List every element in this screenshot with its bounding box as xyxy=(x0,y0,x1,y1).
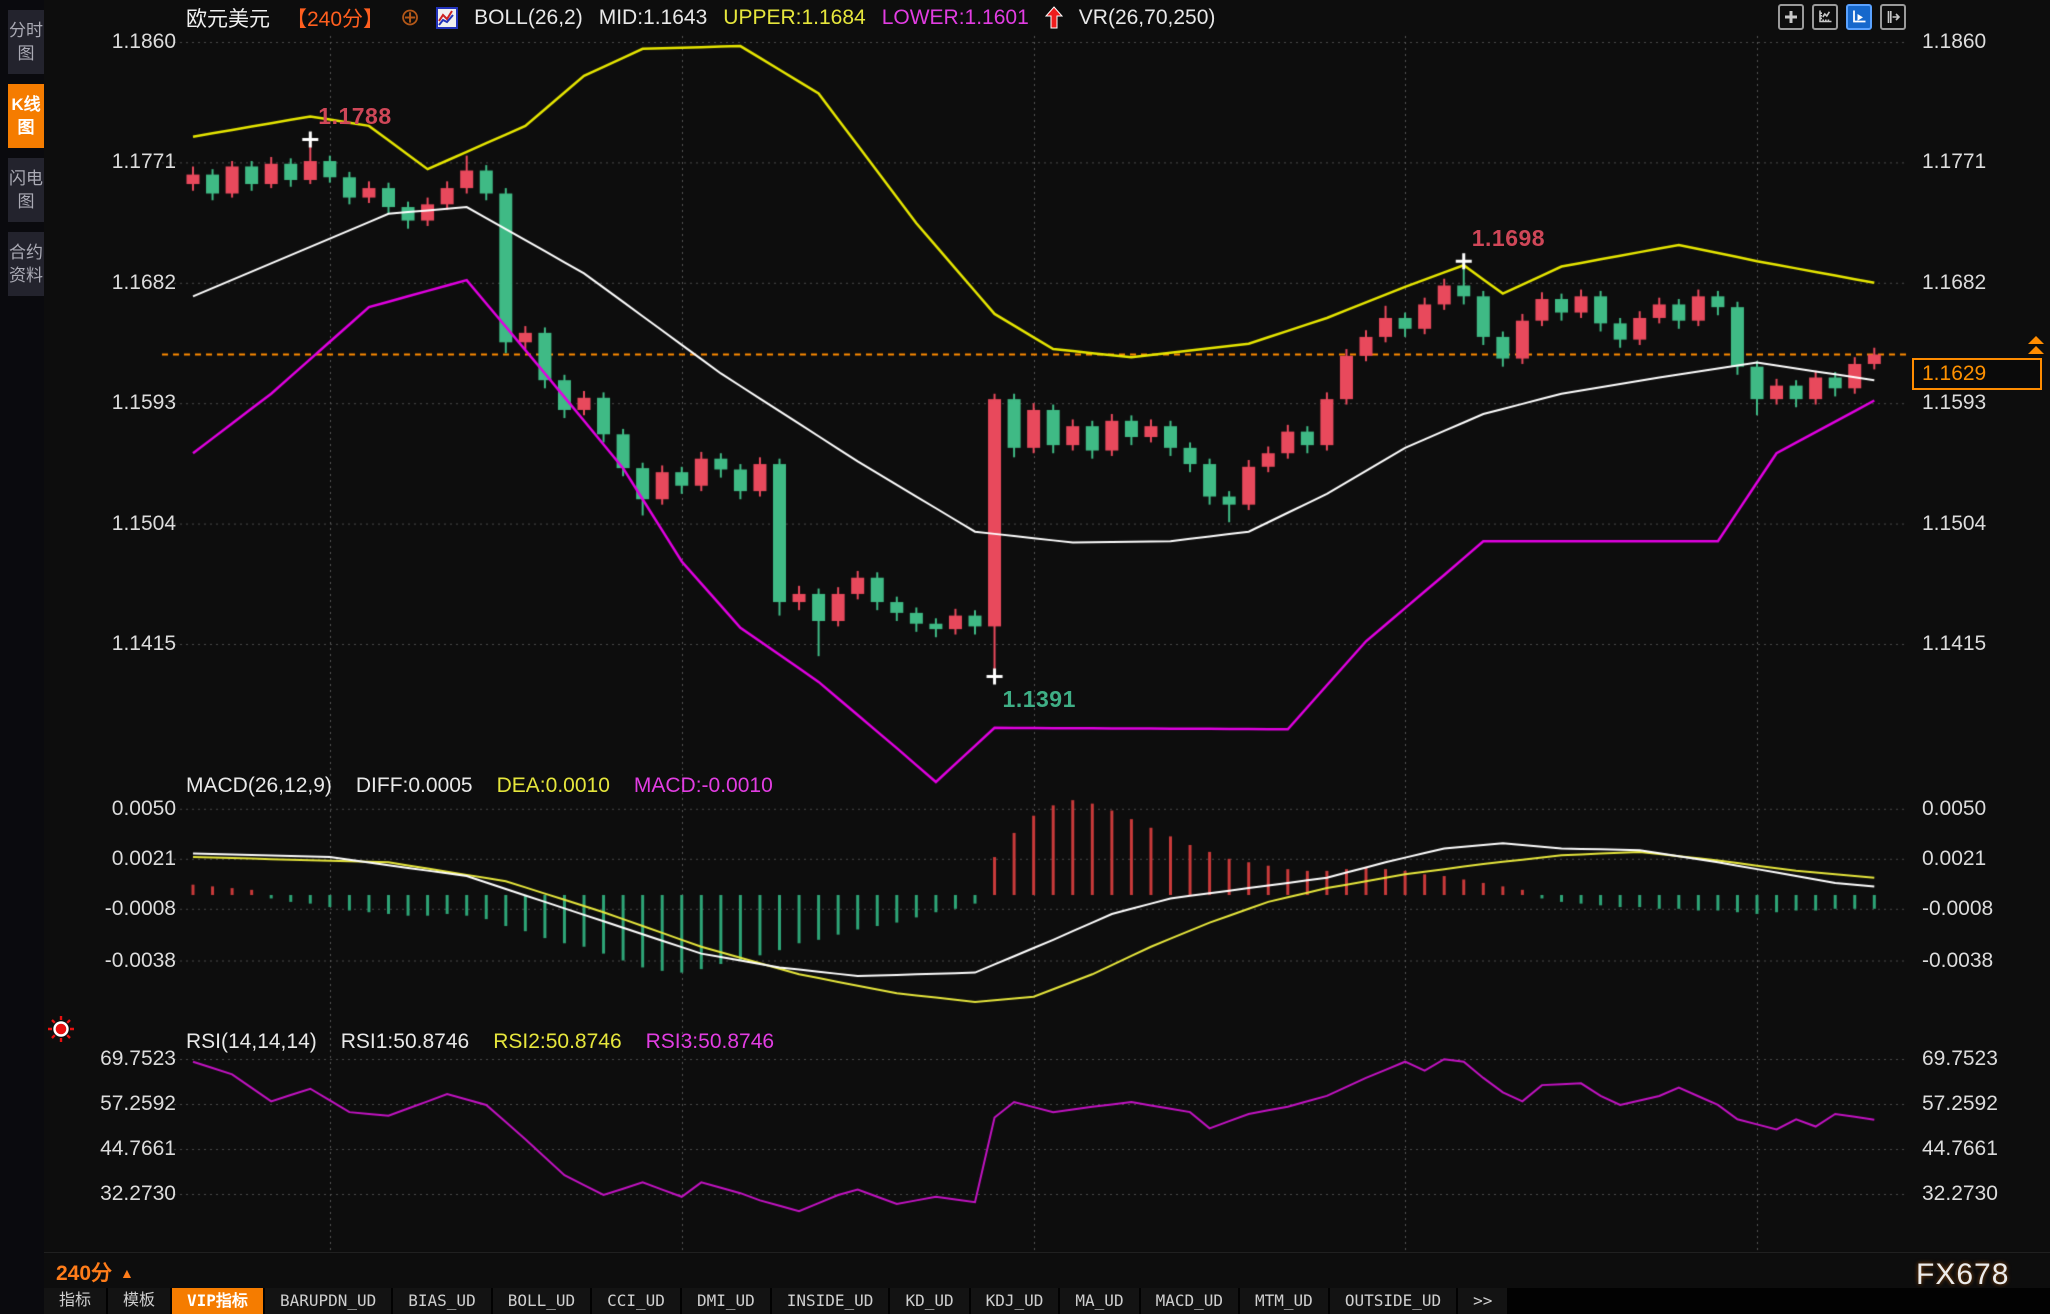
toolbar-tab-outside_ud[interactable]: OUTSIDE_UD xyxy=(1330,1288,1456,1314)
add-indicator-icon[interactable]: ⊕ xyxy=(400,7,420,29)
axis-shift-button[interactable] xyxy=(1880,4,1906,30)
watermark: FX678 xyxy=(1916,1258,2009,1292)
sidebar-item-tab-lightning-chart[interactable]: 闪电图 xyxy=(8,158,44,222)
toolbar-tab-ma_ud[interactable]: MA_UD xyxy=(1060,1288,1138,1314)
rsi-title: RSI(14,14,14) xyxy=(186,1030,317,1054)
toolbar-tab-mtm_ud[interactable]: MTM_UD xyxy=(1240,1288,1328,1314)
sidebar-item-tab-time-chart[interactable]: 分时图 xyxy=(8,10,44,74)
macd-macd-value: MACD:-0.0010 xyxy=(634,774,773,798)
view-mode-buttons xyxy=(1778,4,1906,30)
sidebar-item-tab-kline-chart[interactable]: K线图 xyxy=(8,84,44,148)
rsi3-value: RSI3:50.8746 xyxy=(646,1030,774,1054)
macd-panel-header: MACD(26,12,9) DIFF:0.0005 DEA:0.0010 MAC… xyxy=(186,774,773,798)
timeframe-selector[interactable]: 240分 ▲ xyxy=(56,1257,134,1287)
crosshair-mode-button[interactable] xyxy=(1778,4,1804,30)
toolbar-tab-dmi_ud[interactable]: DMI_UD xyxy=(682,1288,770,1314)
axis-scale-button[interactable] xyxy=(1812,4,1838,30)
chart-header: 欧元美元 【240分】 ⊕ BOLL(26,2) MID:1.1643 UPPE… xyxy=(186,3,1215,33)
signal-up-arrow-icon xyxy=(1045,6,1063,30)
price-up-chevrons-icon xyxy=(2026,336,2046,361)
dropdown-arrow-icon: ▲ xyxy=(120,1265,134,1281)
toolbar-tab-inside_ud[interactable]: INSIDE_UD xyxy=(772,1288,889,1314)
boll-mid-value: MID:1.1643 xyxy=(599,6,708,30)
toolbar-tab->>[interactable]: >> xyxy=(1458,1288,1507,1314)
current-price-tag: 1.1629 xyxy=(1912,358,2042,390)
macd-dea-value: DEA:0.0010 xyxy=(497,774,610,798)
x-axis-row: 240分 ▲ xyxy=(44,1252,2050,1289)
toolbar-tab-[interactable]: 指标 xyxy=(44,1288,106,1314)
macd-title: MACD(26,12,9) xyxy=(186,774,332,798)
rsi-panel-header: RSI(14,14,14) RSI1:50.8746 RSI2:50.8746 … xyxy=(186,1030,774,1054)
toolbar-tab-kdj_ud[interactable]: KDJ_UD xyxy=(971,1288,1059,1314)
timeframe-text: 240分 xyxy=(56,1262,112,1285)
toolbar-tab-[interactable]: 模板 xyxy=(108,1288,170,1314)
toolbar-tab-vip[interactable]: VIP指标 xyxy=(172,1288,263,1314)
boll-lower-value: LOWER:1.1601 xyxy=(882,6,1029,30)
macd-diff-value: DIFF:0.0005 xyxy=(356,774,473,798)
toolbar-tab-boll_ud[interactable]: BOLL_UD xyxy=(493,1288,590,1314)
chart-type-sidebar: 分时图 K线图闪电图合约资料 xyxy=(0,0,44,1314)
rsi1-value: RSI1:50.8746 xyxy=(341,1030,469,1054)
rsi2-value: RSI2:50.8746 xyxy=(493,1030,621,1054)
chart-style-icon[interactable] xyxy=(436,7,458,29)
boll-indicator-label: BOLL(26,2) xyxy=(474,6,583,30)
indicator-toolbar: 指标模板VIP指标BARUPDN_UDBIAS_UDBOLL_UDCCI_UDD… xyxy=(44,1288,2050,1314)
alarm-icon xyxy=(46,1014,76,1049)
toolbar-tab-kd_ud[interactable]: KD_UD xyxy=(890,1288,968,1314)
boll-upper-value: UPPER:1.1684 xyxy=(723,6,865,30)
axis-play-button[interactable] xyxy=(1846,4,1872,30)
toolbar-tab-bias_ud[interactable]: BIAS_UD xyxy=(393,1288,490,1314)
timeframe-label[interactable]: 【240分】 xyxy=(286,3,384,33)
vr-indicator-label: VR(26,70,250) xyxy=(1079,6,1216,30)
trading-terminal: 分时图 K线图闪电图合约资料 欧元美元 【240分】 ⊕ BOLL(26,2) M… xyxy=(0,0,2050,1314)
sidebar-item-tab-contract-info[interactable]: 合约资料 xyxy=(8,232,44,296)
symbol-name: 欧元美元 xyxy=(186,3,270,33)
toolbar-tab-barupdn_ud[interactable]: BARUPDN_UD xyxy=(265,1288,391,1314)
toolbar-tab-macd_ud[interactable]: MACD_UD xyxy=(1141,1288,1238,1314)
candlestick-chart-canvas[interactable] xyxy=(44,0,2050,1252)
toolbar-tab-cci_ud[interactable]: CCI_UD xyxy=(592,1288,680,1314)
